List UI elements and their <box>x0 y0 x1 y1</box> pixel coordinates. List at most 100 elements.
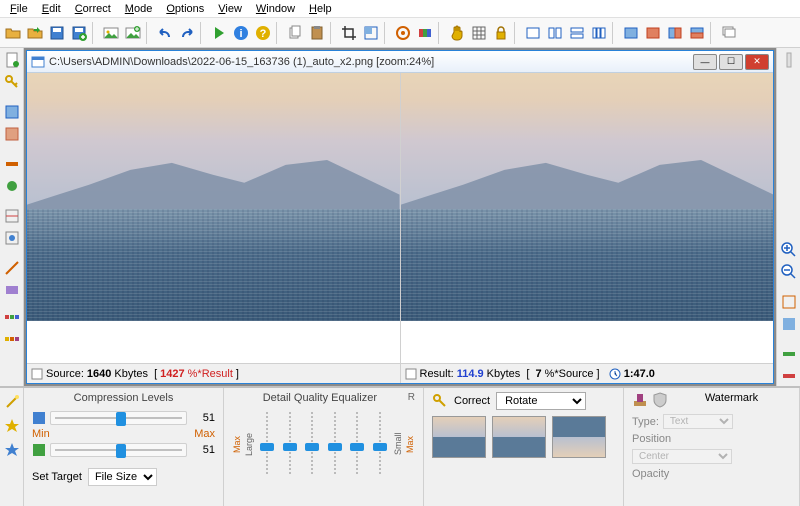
star2-icon[interactable] <box>2 440 22 460</box>
slider-icon <box>32 443 46 457</box>
menu-help[interactable]: Help <box>303 2 338 16</box>
tool-4-icon[interactable] <box>2 176 22 196</box>
paste-icon[interactable] <box>306 22 328 44</box>
shield-icon[interactable] <box>652 392 668 408</box>
wm-type-select[interactable]: Text <box>663 414 733 429</box>
adjust-icon[interactable] <box>392 22 414 44</box>
menu-edit[interactable]: Edit <box>36 2 67 16</box>
result-pane: Result: 114.9 Kbytes [ 7%*Source] 1:47.0 <box>401 73 774 383</box>
eq-slider-1[interactable] <box>262 408 272 480</box>
view-d-icon[interactable] <box>686 22 708 44</box>
close-button[interactable]: ✕ <box>745 54 769 70</box>
new-doc-icon[interactable] <box>2 50 22 70</box>
tool-1-icon[interactable] <box>2 102 22 122</box>
palette-2-icon[interactable] <box>2 332 22 352</box>
rotate-thumb-2[interactable] <box>492 416 546 458</box>
wm-position-select[interactable]: Center <box>632 449 732 464</box>
play-icon[interactable] <box>208 22 230 44</box>
fit-icon[interactable] <box>779 292 799 312</box>
window-titlebar[interactable]: C:\Users\ADMIN\Downloads\2022-06-15_1637… <box>27 51 773 73</box>
wand-icon[interactable] <box>2 392 22 412</box>
eq-slider-2[interactable] <box>285 408 295 480</box>
result-image[interactable] <box>401 73 774 321</box>
compression-value-1: 51 <box>191 412 215 424</box>
source-image[interactable] <box>27 73 400 321</box>
resize-icon[interactable] <box>360 22 382 44</box>
window-list-icon[interactable] <box>718 22 740 44</box>
document-window: C:\Users\ADMIN\Downloads\2022-06-15_1637… <box>26 50 774 384</box>
slider-icon <box>32 411 46 425</box>
layout-3-icon[interactable] <box>588 22 610 44</box>
bottom-panel: Compression Levels 51 MinMax 51 Set Targ… <box>0 386 800 506</box>
menu-correct[interactable]: Correct <box>69 2 117 16</box>
compression-slider-2[interactable] <box>50 443 187 457</box>
actual-icon[interactable] <box>779 314 799 334</box>
stamp-icon[interactable] <box>632 392 648 408</box>
reopen-icon[interactable] <box>24 22 46 44</box>
layout-2v-icon[interactable] <box>566 22 588 44</box>
zoom-scrollbar[interactable] <box>779 50 799 70</box>
eq-slider-3[interactable] <box>307 408 317 480</box>
palette-1-icon[interactable] <box>2 310 22 330</box>
zoom-in-icon[interactable] <box>779 240 799 260</box>
tool-6-icon[interactable] <box>2 228 22 248</box>
menu-options[interactable]: Options <box>160 2 210 16</box>
zoom-out-icon[interactable] <box>779 262 799 282</box>
lock-icon[interactable] <box>490 22 512 44</box>
set-target-select[interactable]: File Size <box>88 468 157 486</box>
eq-sliders <box>256 408 391 480</box>
open-folder-icon[interactable] <box>2 22 24 44</box>
layout-1-icon[interactable] <box>522 22 544 44</box>
doc-icon <box>31 368 43 380</box>
tool-2-icon[interactable] <box>2 124 22 144</box>
tool-5-icon[interactable] <box>2 206 22 226</box>
hand-icon[interactable] <box>446 22 468 44</box>
crop-icon[interactable] <box>338 22 360 44</box>
main-toolbar: i ? <box>0 18 800 48</box>
star-icon[interactable] <box>2 416 22 436</box>
rotate-thumb-1[interactable] <box>432 416 486 458</box>
layout-2h-icon[interactable] <box>544 22 566 44</box>
watermark-panel: Watermark Type:Text Position Center Opac… <box>624 388 800 506</box>
equalizer-panel: Detail Quality Equalizer R Max Large Sma… <box>224 388 424 506</box>
info-icon[interactable]: i <box>230 22 252 44</box>
view-c-icon[interactable] <box>664 22 686 44</box>
compression-slider-1[interactable] <box>50 411 187 425</box>
rotate-thumb-3[interactable] <box>552 416 606 458</box>
save-plus-icon[interactable] <box>68 22 90 44</box>
eq-slider-4[interactable] <box>330 408 340 480</box>
main-area: C:\Users\ADMIN\Downloads\2022-06-15_1637… <box>0 48 800 386</box>
save-icon[interactable] <box>46 22 68 44</box>
effects-icon[interactable] <box>414 22 436 44</box>
menu-mode[interactable]: Mode <box>119 2 159 16</box>
toggle-1-icon[interactable] <box>779 344 799 364</box>
minimize-button[interactable]: — <box>693 54 717 70</box>
compression-title: Compression Levels <box>32 392 215 404</box>
menu-file[interactable]: File <box>4 2 34 16</box>
eq-slider-6[interactable] <box>375 408 385 480</box>
menu-view[interactable]: View <box>212 2 248 16</box>
correct-label: Correct <box>454 395 490 407</box>
tool-3-icon[interactable] <box>2 154 22 174</box>
tool-8-icon[interactable] <box>2 280 22 300</box>
undo-icon[interactable] <box>154 22 176 44</box>
compression-panel: Compression Levels 51 MinMax 51 Set Targ… <box>24 388 224 506</box>
key-icon[interactable] <box>2 72 22 92</box>
redo-icon[interactable] <box>176 22 198 44</box>
correct-select[interactable]: Rotate <box>496 392 586 410</box>
result-status: Result: 114.9 Kbytes [ 7%*Source] 1:47.0 <box>401 363 774 383</box>
set-target-label: Set Target <box>32 471 82 483</box>
grid-icon[interactable] <box>468 22 490 44</box>
maximize-button[interactable]: ☐ <box>719 54 743 70</box>
toggle-2-icon[interactable] <box>779 366 799 386</box>
image-plus-icon[interactable] <box>122 22 144 44</box>
view-a-icon[interactable] <box>620 22 642 44</box>
view-b-icon[interactable] <box>642 22 664 44</box>
menu-window[interactable]: Window <box>250 2 301 16</box>
svg-text:i: i <box>239 28 242 40</box>
help-icon[interactable]: ? <box>252 22 274 44</box>
eq-slider-5[interactable] <box>352 408 362 480</box>
copy-icon[interactable] <box>284 22 306 44</box>
image-icon[interactable] <box>100 22 122 44</box>
tool-7-icon[interactable] <box>2 258 22 278</box>
